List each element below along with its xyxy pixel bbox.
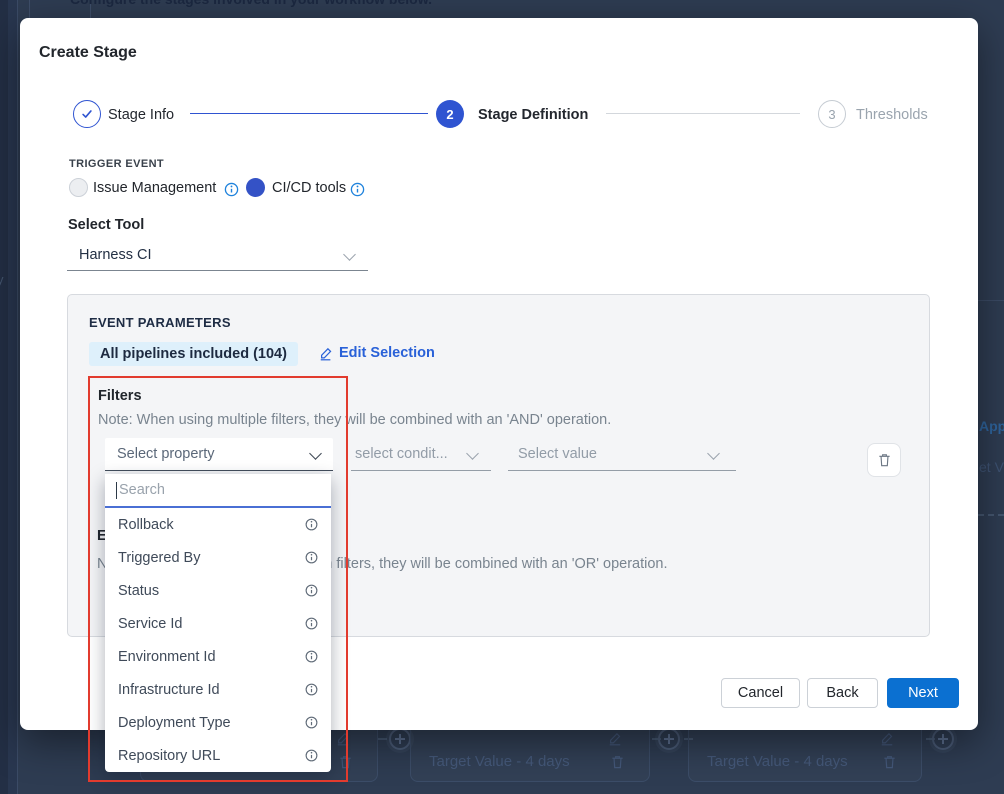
trash-icon: [882, 754, 897, 770]
backdrop-text-fragment: et V: [979, 459, 1004, 475]
radio-issue-management[interactable]: [69, 178, 88, 197]
backdrop-divider: [29, 0, 30, 18]
step-stage-definition-label: Stage Definition: [478, 107, 588, 123]
info-icon[interactable]: [305, 749, 318, 762]
edit-selection-label: Edit Selection: [339, 345, 435, 361]
back-button[interactable]: Back: [807, 678, 878, 708]
dropdown-item-service-id[interactable]: Service Id: [105, 607, 331, 640]
info-icon[interactable]: [350, 182, 365, 197]
edit-icon: [608, 731, 622, 746]
check-icon: [80, 107, 94, 121]
info-icon[interactable]: [305, 518, 318, 531]
modal-title: Create Stage: [39, 44, 137, 62]
stepper-connector: [606, 113, 800, 114]
cancel-button[interactable]: Cancel: [721, 678, 800, 708]
select-condition-dropdown[interactable]: select condit...: [351, 442, 491, 471]
dropdown-item-triggered-by[interactable]: Triggered By: [105, 541, 331, 574]
edit-selection-link[interactable]: Edit Selection: [319, 345, 435, 361]
select-value-dropdown[interactable]: Select value: [508, 442, 736, 471]
backdrop-divider: [978, 300, 1004, 301]
info-icon[interactable]: [305, 683, 318, 696]
step-number: 3: [828, 107, 835, 122]
step-thresholds-label: Thresholds: [856, 107, 928, 123]
edit-icon: [880, 731, 894, 746]
backdrop-left-sidebar: [8, 0, 18, 794]
step-stage-info-label: Stage Info: [108, 107, 174, 123]
step-number: 2: [446, 107, 453, 122]
dropdown-item-deployment-type[interactable]: Deployment Type: [105, 706, 331, 739]
pipelines-included-badge: All pipelines included (104): [89, 342, 298, 366]
edit-icon: [319, 346, 333, 361]
dropdown-item-infrastructure-id[interactable]: Infrastructure Id: [105, 673, 331, 706]
chevron-down-icon: [343, 248, 356, 261]
step-stage-definition-indicator[interactable]: 2: [436, 100, 464, 128]
select-tool-label: Select Tool: [68, 217, 144, 233]
next-button[interactable]: Next: [887, 678, 959, 708]
dropdown-search-input[interactable]: [105, 474, 331, 506]
info-icon[interactable]: [305, 617, 318, 630]
dropdown-item-environment-id[interactable]: Environment Id: [105, 640, 331, 673]
select-tool-value: Harness CI: [79, 247, 152, 263]
chevron-down-icon: [309, 447, 322, 460]
info-icon[interactable]: [305, 584, 318, 597]
stepper-connector: [190, 113, 428, 114]
dropdown-search: [105, 474, 331, 508]
property-dropdown-menu: Rollback Triggered By Status Service Id …: [105, 474, 331, 772]
select-value-placeholder: Select value: [518, 446, 597, 462]
backdrop-banner-text: Configure the stages involved in your wo…: [70, 0, 432, 7]
backdrop-card-label: Target Value - 4 days: [707, 753, 848, 770]
backdrop-card-label: Target Value - 4 days: [429, 753, 570, 770]
select-property-placeholder: Select property: [117, 446, 215, 462]
edit-icon: [336, 731, 350, 746]
select-tool-dropdown[interactable]: Harness CI: [67, 242, 368, 271]
info-icon[interactable]: [305, 716, 318, 729]
chevron-down-icon: [707, 447, 720, 460]
delete-filter-button[interactable]: [867, 443, 901, 477]
add-stage-icon: [932, 728, 954, 750]
backdrop-text-fragment: Appr: [979, 418, 1004, 434]
radio-cicd-tools[interactable]: [246, 178, 265, 197]
info-icon[interactable]: [224, 182, 239, 197]
filters-heading: Filters: [98, 388, 142, 404]
dropdown-item-rollback[interactable]: Rollback: [105, 508, 331, 541]
step-thresholds-indicator[interactable]: 3: [818, 100, 846, 128]
text-caret: [116, 482, 117, 499]
info-icon[interactable]: [305, 551, 318, 564]
add-stage-icon: [658, 728, 680, 750]
select-condition-placeholder: select condit...: [355, 446, 448, 462]
dropdown-item-repository-url[interactable]: Repository URL: [105, 739, 331, 772]
backdrop-dashed-connector: [978, 514, 1004, 516]
radio-cicd-tools-label: CI/CD tools: [272, 180, 346, 196]
radio-issue-management-label: Issue Management: [93, 180, 216, 196]
trash-icon: [338, 754, 353, 770]
step-stage-info-indicator[interactable]: [73, 100, 101, 128]
backdrop-text-fragment: y: [0, 272, 4, 287]
trash-icon: [610, 754, 625, 770]
screen: Configure the stages involved in your wo…: [0, 0, 1004, 794]
trigger-event-label: TRIGGER EVENT: [69, 158, 164, 170]
backdrop-left-rail: [0, 0, 8, 794]
event-parameters-heading: EVENT PARAMETERS: [89, 315, 231, 330]
info-icon[interactable]: [305, 650, 318, 663]
backdrop-dashed-connector: [378, 738, 387, 740]
chevron-down-icon: [466, 447, 479, 460]
add-stage-icon: [389, 728, 411, 750]
filters-note: Note: When using multiple filters, they …: [98, 412, 611, 428]
dropdown-item-status[interactable]: Status: [105, 574, 331, 607]
trash-icon: [877, 452, 892, 468]
select-property-dropdown[interactable]: Select property: [105, 438, 333, 471]
